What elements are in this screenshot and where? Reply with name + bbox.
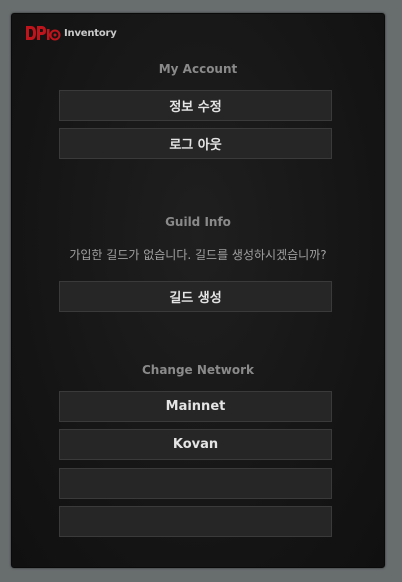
network-empty-button-2[interactable] [59, 506, 332, 537]
logo-text: Inventory [64, 27, 117, 39]
edit-info-button[interactable]: 정보 수정 [59, 90, 332, 121]
logo[interactable]: Inventory [24, 23, 117, 43]
logout-button[interactable]: 로그 아웃 [59, 128, 332, 159]
my-account-title: My Account [158, 62, 238, 76]
network-mainnet-button[interactable]: Mainnet [59, 391, 332, 422]
network-kovan-button[interactable]: Kovan [59, 429, 332, 460]
guild-info-title: Guild Info [165, 215, 231, 229]
create-guild-button[interactable]: 길드 생성 [59, 281, 332, 312]
inventory-panel: Inventory My Account 정보 수정 로그 아웃 Guild I… [11, 13, 385, 568]
network-empty-button-1[interactable] [59, 468, 332, 499]
dp-logo-icon [26, 26, 61, 41]
no-guild-message: 가입한 길드가 없습니다. 길드를 생성하시겠습니까? [69, 248, 327, 262]
change-network-title: Change Network [141, 363, 255, 377]
